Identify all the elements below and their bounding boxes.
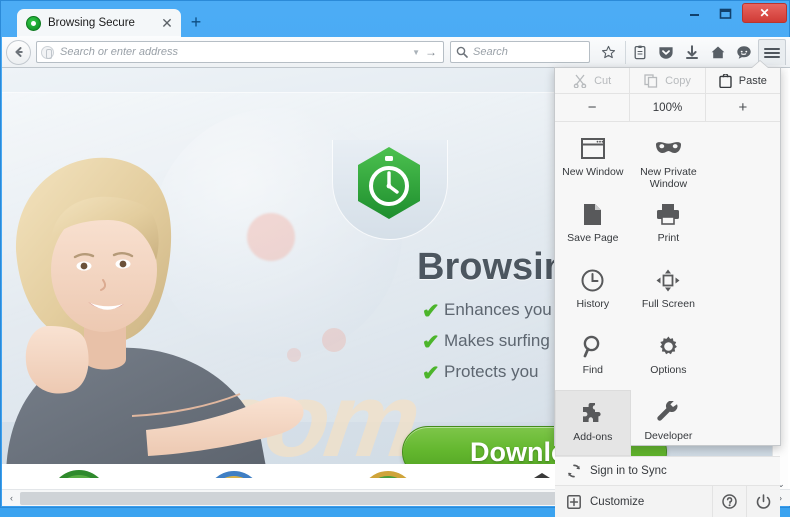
page-info-icon[interactable] <box>41 45 54 59</box>
home-icon[interactable] <box>706 41 729 64</box>
browser-menu-panel: Cut Copy Paste − 100% + New Window New P… <box>554 61 781 517</box>
title-bar: ✕ Browsing Secure ✕ + <box>1 1 790 37</box>
menu-item-new-private-window[interactable]: New Private Window <box>631 126 707 192</box>
list-item-label: Enhances you <box>444 300 552 319</box>
panel-pointer <box>752 61 768 68</box>
top-badge: TOP <box>203 468 265 478</box>
menu-item-options[interactable]: Options <box>631 324 707 390</box>
quit-button[interactable] <box>746 486 780 517</box>
search-icon <box>456 46 468 58</box>
menu-item-label: Options <box>650 364 687 376</box>
sync-label: Sign in to Sync <box>590 465 667 477</box>
zoom-in-button[interactable]: + <box>704 94 780 121</box>
zoom-out-button[interactable]: − <box>555 94 629 121</box>
fullscreen-icon <box>656 267 680 293</box>
menu-item-label: Add-ons <box>573 431 613 443</box>
menu-footer-actions <box>712 486 780 517</box>
address-bar[interactable]: Search or enter address ▼ → <box>36 41 444 63</box>
close-button[interactable]: ✕ <box>742 3 787 23</box>
satisfaction-badge: SATISFACTION 100% <box>48 468 110 478</box>
customize-icon <box>567 494 581 509</box>
help-icon <box>722 494 737 509</box>
chevron-down-icon[interactable]: ▼ <box>412 48 420 57</box>
sign-in-to-sync-button[interactable]: Sign in to Sync <box>555 456 780 486</box>
list-item-label: Protects you <box>444 362 539 381</box>
copy-label: Copy <box>665 74 691 87</box>
menu-item-label: Find <box>582 364 604 376</box>
hamburger-icon <box>764 46 780 60</box>
paste-label: Paste <box>738 74 767 87</box>
page-icon <box>583 201 602 227</box>
menu-item-label: Full Screen <box>641 298 695 310</box>
scroll-left-arrow-icon[interactable]: ‹ <box>3 490 20 507</box>
hero-photo-woman <box>6 157 304 478</box>
menu-item-find[interactable]: Find <box>555 324 631 390</box>
zoom-row: − 100% + <box>555 94 780 122</box>
checkmark-icon: ✔ <box>422 331 440 354</box>
menu-grid: New Window New Private Window Save Page … <box>555 122 780 456</box>
gear-icon <box>657 333 680 359</box>
magnifier-icon <box>582 333 604 359</box>
navigation-toolbar: Search or enter address ▼ → Search <box>2 37 790 68</box>
green-hexagon-stopwatch-logo <box>358 147 420 219</box>
clipboard-row: Cut Copy Paste <box>555 68 780 94</box>
help-button[interactable] <box>712 486 746 517</box>
sync-icon <box>568 464 580 478</box>
menu-item-label: History <box>576 298 610 310</box>
window-controls: ✕ <box>680 3 787 23</box>
paste-button[interactable]: Paste <box>704 68 780 93</box>
back-button[interactable] <box>6 39 31 65</box>
menu-footer: Customize <box>555 486 780 517</box>
menu-item-new-window[interactable]: New Window <box>555 126 631 192</box>
new-window-icon <box>580 135 605 161</box>
cut-button[interactable]: Cut <box>555 68 629 93</box>
bookmark-star-icon[interactable] <box>597 41 620 64</box>
clipboard-icon <box>719 73 732 88</box>
go-arrow-icon[interactable]: → <box>425 45 437 59</box>
zoom-level-button[interactable]: 100% <box>629 94 704 121</box>
downloads-icon[interactable] <box>680 41 703 64</box>
checkmark-icon: ✔ <box>422 362 440 385</box>
pocket-icon[interactable] <box>654 41 677 64</box>
copy-button[interactable]: Copy <box>629 68 704 93</box>
secure-badge: SECURE <box>357 468 419 478</box>
wrench-icon <box>657 399 680 425</box>
scissors-icon <box>573 74 587 88</box>
address-input[interactable]: Search or enter address <box>60 46 407 58</box>
menu-item-label: Developer <box>644 430 693 442</box>
reading-list-icon[interactable] <box>625 40 651 64</box>
copy-icon <box>644 73 658 88</box>
power-icon <box>756 494 771 509</box>
customize-label: Customize <box>590 495 645 508</box>
mask-icon <box>655 135 682 161</box>
tab-browsing-secure[interactable]: Browsing Secure ✕ <box>17 9 181 37</box>
checkmark-icon: ✔ <box>422 300 440 323</box>
maximize-button[interactable] <box>711 3 740 23</box>
search-input[interactable]: Search <box>473 46 508 58</box>
menu-item-label: Save Page <box>567 232 619 244</box>
menu-item-label: New Private Window <box>640 166 697 191</box>
clock-icon <box>581 267 604 293</box>
menu-item-developer[interactable]: Developer <box>631 390 707 456</box>
minimize-button[interactable] <box>680 3 709 23</box>
menu-item-label: New Window <box>562 166 624 178</box>
new-tab-button[interactable]: + <box>185 12 207 34</box>
printer-icon <box>656 201 680 227</box>
search-bar[interactable]: Search <box>450 41 590 63</box>
menu-item-history[interactable]: History <box>555 258 631 324</box>
menu-item-full-screen[interactable]: Full Screen <box>631 258 707 324</box>
menu-item-save-page[interactable]: Save Page <box>555 192 631 258</box>
menu-item-add-ons[interactable]: Add-ons <box>555 390 631 456</box>
green-hexagon-favicon <box>26 15 41 31</box>
tab-title: Browsing Secure <box>48 17 135 29</box>
menu-item-label: Print <box>657 232 680 244</box>
browser-window: ✕ Browsing Secure ✕ + Search or enter ad… <box>0 0 790 517</box>
puzzle-icon <box>581 400 604 426</box>
close-icon[interactable]: ✕ <box>159 15 175 31</box>
menu-item-print[interactable]: Print <box>631 192 707 258</box>
cut-label: Cut <box>594 74 612 87</box>
